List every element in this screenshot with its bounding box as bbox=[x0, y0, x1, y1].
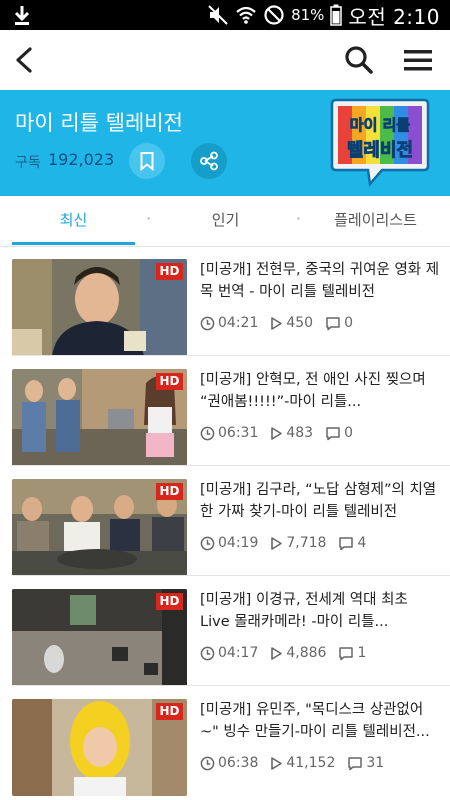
bookmark-icon bbox=[140, 152, 154, 172]
video-play-count: 483 bbox=[286, 425, 314, 441]
video-comment-count: 1 bbox=[357, 645, 367, 661]
video-comment-count: 31 bbox=[366, 755, 385, 771]
mute-icon bbox=[208, 5, 228, 25]
battery-percent: 81% bbox=[291, 6, 325, 24]
video-title[interactable]: [미공개] 이경규, 전세계 역대 최초 Live 몰래카메라! -마이 리틀.… bbox=[200, 589, 440, 633]
no-signal-icon bbox=[264, 5, 284, 25]
clock: 오전 2:10 bbox=[348, 4, 440, 29]
active-tab-indicator bbox=[12, 242, 135, 245]
video-play-count: 7,718 bbox=[286, 535, 327, 551]
play-icon bbox=[271, 756, 283, 770]
clock-icon bbox=[200, 426, 215, 440]
video-thumbnail[interactable]: HD bbox=[12, 369, 187, 466]
video-title[interactable]: [미공개] 안혁모, 전 애인 사진 찢으며 “권애봄!!!!!”-마이 리틀.… bbox=[200, 369, 440, 413]
video-item[interactable]: HD [미공개] 김구라, “노답 삼형제”의 치열한 가짜 찾기-마이 리틀 … bbox=[0, 466, 450, 576]
wifi-icon bbox=[236, 6, 256, 24]
channel-logo: 마이 리틀 텔레비전 bbox=[330, 98, 430, 187]
video-duration: 06:31 bbox=[218, 425, 259, 441]
video-title[interactable]: [미공개] 유민주, "목디스크 상관없어~" 빙수 만들기-마이 리틀 텔레비… bbox=[200, 699, 440, 743]
video-duration: 04:21 bbox=[218, 315, 259, 331]
comment-icon bbox=[326, 426, 340, 440]
logo-line1: 마이 리틀 bbox=[350, 116, 411, 134]
share-icon bbox=[200, 151, 218, 171]
comment-icon bbox=[326, 316, 340, 330]
video-thumbnail[interactable]: HD bbox=[12, 479, 187, 576]
subscribe-button[interactable] bbox=[129, 143, 165, 179]
play-icon bbox=[271, 316, 283, 330]
video-meta: 06:38 41,152 31 bbox=[200, 752, 396, 774]
video-item[interactable]: HD [미공개] 이경규, 전세계 역대 최초 Live 몰래카메라! -마이 … bbox=[0, 576, 450, 686]
hd-badge: HD bbox=[156, 483, 183, 500]
video-duration: 04:19 bbox=[218, 535, 259, 551]
video-title[interactable]: [미공개] 전현무, 중국의 귀여운 영화 제목 번역 - 마이 리틀 텔레비전… bbox=[200, 259, 440, 303]
channel-title: 마이 리틀 텔레비전 bbox=[15, 111, 183, 135]
logo-line2: 텔레비전 bbox=[347, 140, 413, 161]
clock-icon bbox=[200, 316, 215, 330]
channel-header: 마이 리틀 텔레비전 구독 192,023 마이 리틀 텔레비전 bbox=[0, 90, 450, 196]
video-comment-count: 0 bbox=[344, 315, 354, 331]
share-button[interactable] bbox=[191, 143, 227, 179]
tab-separator: · bbox=[146, 209, 152, 228]
tab-latest[interactable]: 최신 bbox=[12, 196, 135, 244]
video-thumbnail[interactable]: HD bbox=[12, 589, 187, 686]
video-play-count: 41,152 bbox=[286, 755, 336, 771]
tab-playlist[interactable]: 플레이리스트 bbox=[318, 196, 433, 244]
clock-icon bbox=[200, 646, 215, 660]
back-arrow-icon[interactable] bbox=[6, 40, 46, 80]
video-meta: 04:21 450 0 bbox=[200, 312, 365, 334]
video-comment-count: 0 bbox=[344, 425, 354, 441]
video-play-count: 450 bbox=[286, 315, 314, 331]
tab-bar: 최신 · 인기 · 플레이리스트 bbox=[0, 196, 450, 247]
tab-popular[interactable]: 인기 bbox=[168, 196, 283, 244]
menu-icon[interactable] bbox=[398, 40, 438, 80]
video-item[interactable]: HD [미공개] 전현무, 중국의 귀여운 영화 제목 번역 - 마이 리틀 텔… bbox=[0, 246, 450, 356]
hd-badge: HD bbox=[156, 703, 183, 720]
hd-badge: HD bbox=[156, 593, 183, 610]
battery-icon bbox=[330, 4, 343, 26]
video-item[interactable]: HD [미공개] 안혁모, 전 애인 사진 찢으며 “권애봄!!!!!”-마이 … bbox=[0, 356, 450, 466]
play-icon bbox=[271, 646, 283, 660]
video-thumbnail[interactable]: HD bbox=[12, 259, 187, 356]
video-play-count: 4,886 bbox=[286, 645, 327, 661]
play-icon bbox=[271, 426, 283, 440]
video-comment-count: 4 bbox=[357, 535, 367, 551]
download-icon bbox=[14, 6, 30, 25]
comment-icon bbox=[339, 646, 354, 660]
play-icon bbox=[271, 536, 283, 550]
video-meta: 04:17 4,886 1 bbox=[200, 642, 378, 664]
app-bar bbox=[0, 30, 450, 90]
video-item[interactable]: HD [미공개] 유민주, "목디스크 상관없어~" 빙수 만들기-마이 리틀 … bbox=[0, 686, 450, 796]
video-title[interactable]: [미공개] 김구라, “노답 삼형제”의 치열한 가짜 찾기-마이 리틀 텔레비… bbox=[200, 479, 440, 523]
clock-icon bbox=[200, 536, 215, 550]
video-meta: 06:31 483 0 bbox=[200, 422, 365, 444]
search-icon[interactable] bbox=[339, 40, 379, 80]
video-duration: 04:17 bbox=[218, 645, 259, 661]
video-meta: 04:19 7,718 4 bbox=[200, 532, 378, 554]
hd-badge: HD bbox=[156, 263, 183, 280]
video-thumbnail[interactable]: HD bbox=[12, 699, 187, 796]
video-duration: 06:38 bbox=[218, 755, 259, 771]
status-bar: 81% 오전 2:10 bbox=[0, 0, 450, 30]
subscribe-label: 구독 bbox=[15, 155, 41, 171]
tab-separator: · bbox=[296, 209, 302, 228]
comment-icon bbox=[348, 756, 363, 770]
comment-icon bbox=[339, 536, 354, 550]
clock-icon bbox=[200, 756, 215, 770]
hd-badge: HD bbox=[156, 373, 183, 390]
subscriber-count: 192,023 bbox=[48, 150, 115, 169]
